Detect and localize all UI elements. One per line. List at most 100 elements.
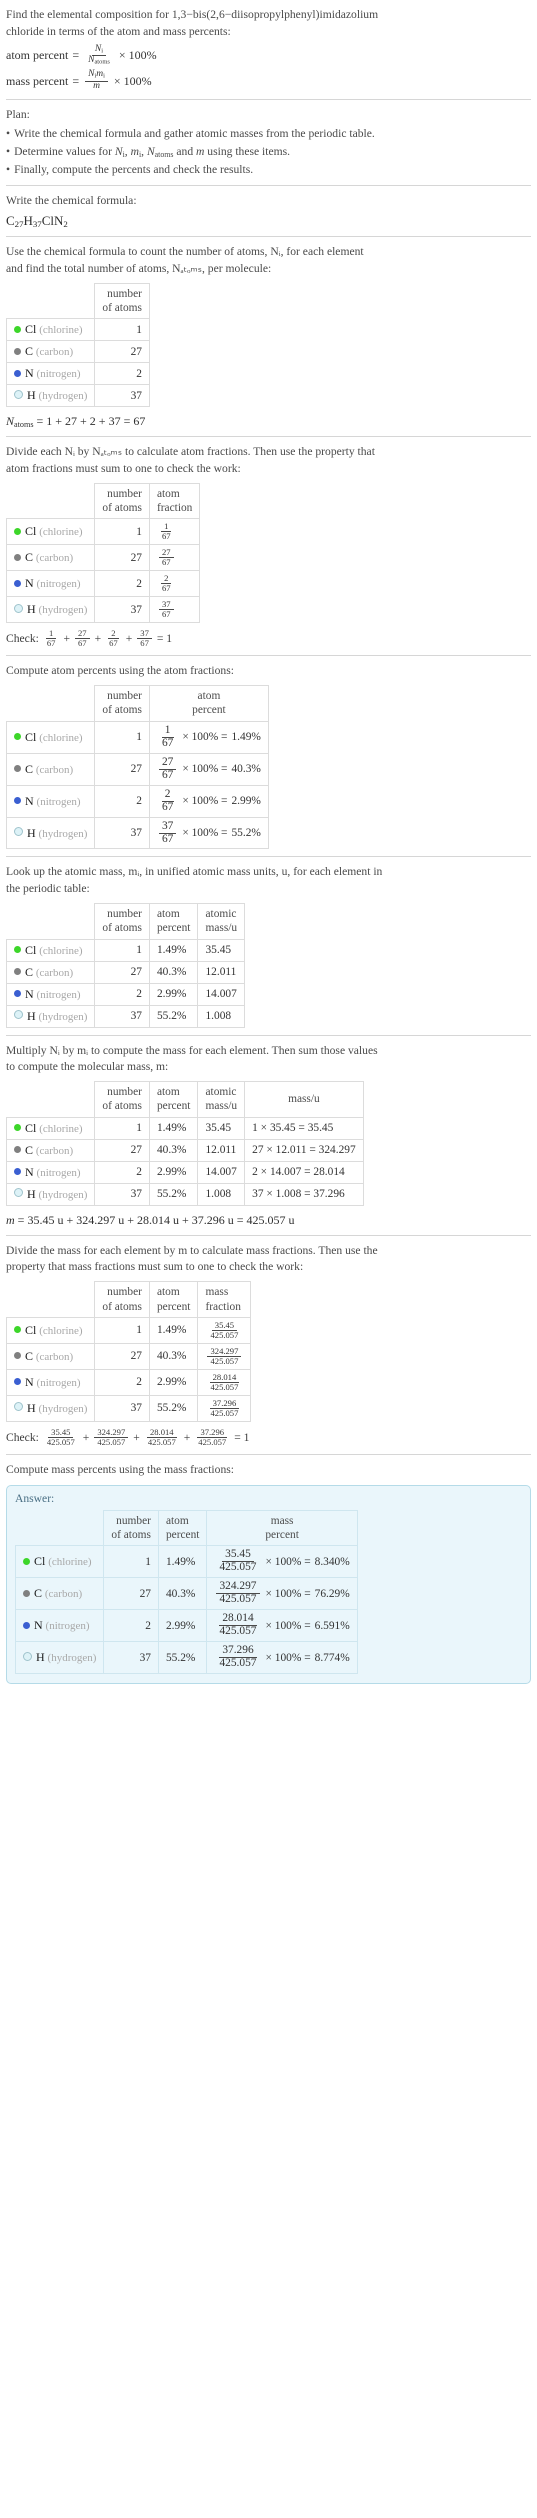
atomic-mass-h: 1.008 [197, 1182, 246, 1206]
table-row: C (carbon) 27 27 67 × 100% = 40.3% [5, 752, 269, 786]
element-cell-c: C (carbon) [5, 544, 96, 572]
plan-steps-list: Write the chemical formula and gather at… [6, 125, 531, 178]
header-atom-percent: atom percent [148, 685, 269, 722]
table-header-row: number of atoms atom percent atomic mass/u [6, 903, 246, 940]
atom-fraction-cl: 1 67 [148, 518, 201, 546]
element-mass-section: Multiply Nᵢ by mᵢ to compute the mass fo… [5, 1036, 531, 1235]
element-color-dot-cl [14, 325, 21, 333]
atom-percent-cl: 1.49% [148, 1316, 199, 1344]
check-term-4: 37.296 425.057 [197, 1426, 228, 1447]
table-header-row: number of atoms atom fraction [6, 482, 201, 520]
atom-percent-cl: 1.49% [148, 1116, 199, 1140]
count-h: 37 [94, 816, 150, 850]
table-row: N (nitrogen) 2 2 67 [5, 570, 201, 598]
atom-percent-calc-h: 37 67 × 100% = 55.2% [148, 816, 269, 850]
check-term-1: 35.45 425.057 [46, 1426, 75, 1447]
mass-percent-section: Compute mass percents using the mass fra… [6, 1455, 531, 1691]
header-number-of-atoms: number of atoms [94, 1081, 150, 1118]
element-color-dot-cl [14, 1326, 21, 1334]
header-number-of-atoms: number of atoms [94, 282, 150, 320]
atom-percent-cl: 1.49% [148, 938, 199, 962]
element-cell-h: H (hydrogen) [5, 1394, 96, 1422]
atom-percent-n: 2.99% [148, 982, 199, 1006]
element-cell-c: C (carbon) [5, 752, 96, 786]
element-color-dot-h [14, 1010, 23, 1020]
element-color-dot-n [14, 797, 21, 805]
atom-percent-definition-label: atom percent [6, 47, 69, 62]
header-number-of-atoms: number of atoms [94, 903, 150, 940]
header-element-blank [6, 1281, 96, 1318]
element-cell-n: N (nitrogen) [5, 784, 96, 818]
count-n: 2 [94, 570, 150, 598]
check-term-2: 324.297 425.057 [94, 1427, 129, 1447]
atom-count-table: number of atoms Cl (chlorine) 1 C (carbon… [5, 282, 150, 408]
element-cell-n: N (nitrogen) [5, 1368, 96, 1396]
formula-part-c: C27 [6, 212, 24, 230]
header-atomic-mass: atomic mass/u [197, 903, 246, 940]
header-mass-u: mass/u [244, 1081, 364, 1118]
header-number-of-atoms: number of atoms [94, 685, 150, 722]
equals-sign-2: = [72, 73, 80, 88]
plan-step-2-post: using these items. [204, 144, 291, 158]
problem-statement-line1: Find the elemental composition for 1,3−b… [6, 8, 379, 21]
answer-panel: Answer: number of atoms atom percent mass p… [6, 1484, 531, 1684]
element-cell-n: N (nitrogen) [5, 570, 96, 598]
table-row: C (carbon) 27 40.3% 324.297 425.057 × 100%… [14, 1577, 358, 1611]
atom-percent-h: 55.2% [148, 1182, 199, 1206]
element-color-dot-c [14, 553, 21, 561]
atom-percent-c: 40.3% [148, 1138, 199, 1162]
element-cell-h: H (hydrogen) [5, 384, 96, 408]
element-color-dot-h [14, 827, 23, 837]
element-cell-h: H (hydrogen) [5, 816, 96, 850]
element-color-dot-h [14, 603, 23, 613]
atom-percent-h: 55.2% [148, 1394, 199, 1422]
mass-percent-calc-h: 37.296 425.057 × 100% = 8.774% [206, 1641, 358, 1674]
atom-percent-n: 2.99% [148, 1368, 199, 1396]
count-h: 37 [94, 1182, 150, 1206]
header-element-blank [6, 1081, 96, 1118]
atomic-mass-h: 1.008 [197, 1004, 246, 1028]
count-c: 27 [94, 1138, 150, 1162]
table-row: H (hydrogen) 37 37 67 × 100% = 55.2% [5, 816, 269, 850]
atom-percent-h: 55.2% [157, 1641, 208, 1674]
plus-sign: + [82, 1430, 90, 1444]
element-color-dot-cl [14, 733, 21, 741]
count-c: 27 [94, 1342, 150, 1370]
atom-percent-calc-n: 2 67 × 100% = 2.99% [148, 784, 269, 818]
mass-percent-definition: mass percent = Nimi m × 100% [6, 69, 531, 91]
element-color-dot-c [14, 968, 21, 976]
ni-numerator-sub: i [101, 47, 104, 55]
mass-fraction-n: 28.014 425.057 [197, 1368, 252, 1396]
chemical-formula-heading: Write the chemical formula: [6, 194, 137, 208]
atom-fraction-n: 2 67 [148, 570, 201, 598]
header-atom-percent: atom percent [148, 1081, 199, 1118]
atom-percent-calc-cl: 1 67 × 100% = 1.49% [148, 720, 269, 754]
table-row: N (nitrogen) 2 2.99% 14.007 2 × 14.007 =… [5, 1160, 364, 1184]
mass-percent-fraction: Nimi m [85, 69, 108, 91]
table-row: N (nitrogen) 2 2 67 × 100% = 2.99% [5, 784, 269, 818]
m-denominator: m [93, 80, 100, 91]
table-row: H (hydrogen) 37 55.2% 1.008 37 × 1.008 =… [5, 1182, 364, 1206]
element-cell-c: C (carbon) [5, 1138, 96, 1162]
element-color-dot-n [14, 1378, 21, 1386]
element-cell-n: N (nitrogen) [5, 982, 96, 1006]
answer-label: Answer: [15, 1491, 55, 1505]
header-number-of-atoms: number of atoms [94, 482, 150, 520]
count-cl: 1 [94, 720, 150, 754]
element-color-dot-h [23, 1651, 32, 1661]
plus-sign: + [133, 1430, 140, 1444]
table-row: N (nitrogen) 2 [5, 362, 150, 386]
table-row: C (carbon) 27 40.3% 12.011 [5, 960, 246, 984]
mass-expression-c: 27 × 12.011 = 324.297 [244, 1138, 364, 1162]
table-row: H (hydrogen) 37 55.2% 37.296 425.057 [5, 1394, 252, 1422]
formula-part-h: H37 [23, 212, 42, 230]
element-cell-h: H (hydrogen) [14, 1641, 105, 1674]
element-cell-cl: Cl (chlorine) [5, 938, 96, 962]
header-element-blank [6, 483, 96, 520]
table-row: H (hydrogen) 37 [5, 384, 150, 408]
atomic-mass-cl: 35.45 [197, 938, 246, 962]
natoms-symbol-sub: atoms [14, 420, 34, 430]
table-header-row: number of atoms atom percent atomic mass/u … [6, 1081, 364, 1118]
atom-count-text-line2: and find the total number of atoms, Nₐₜₒ… [6, 261, 272, 275]
element-color-dot-h [14, 1402, 23, 1412]
